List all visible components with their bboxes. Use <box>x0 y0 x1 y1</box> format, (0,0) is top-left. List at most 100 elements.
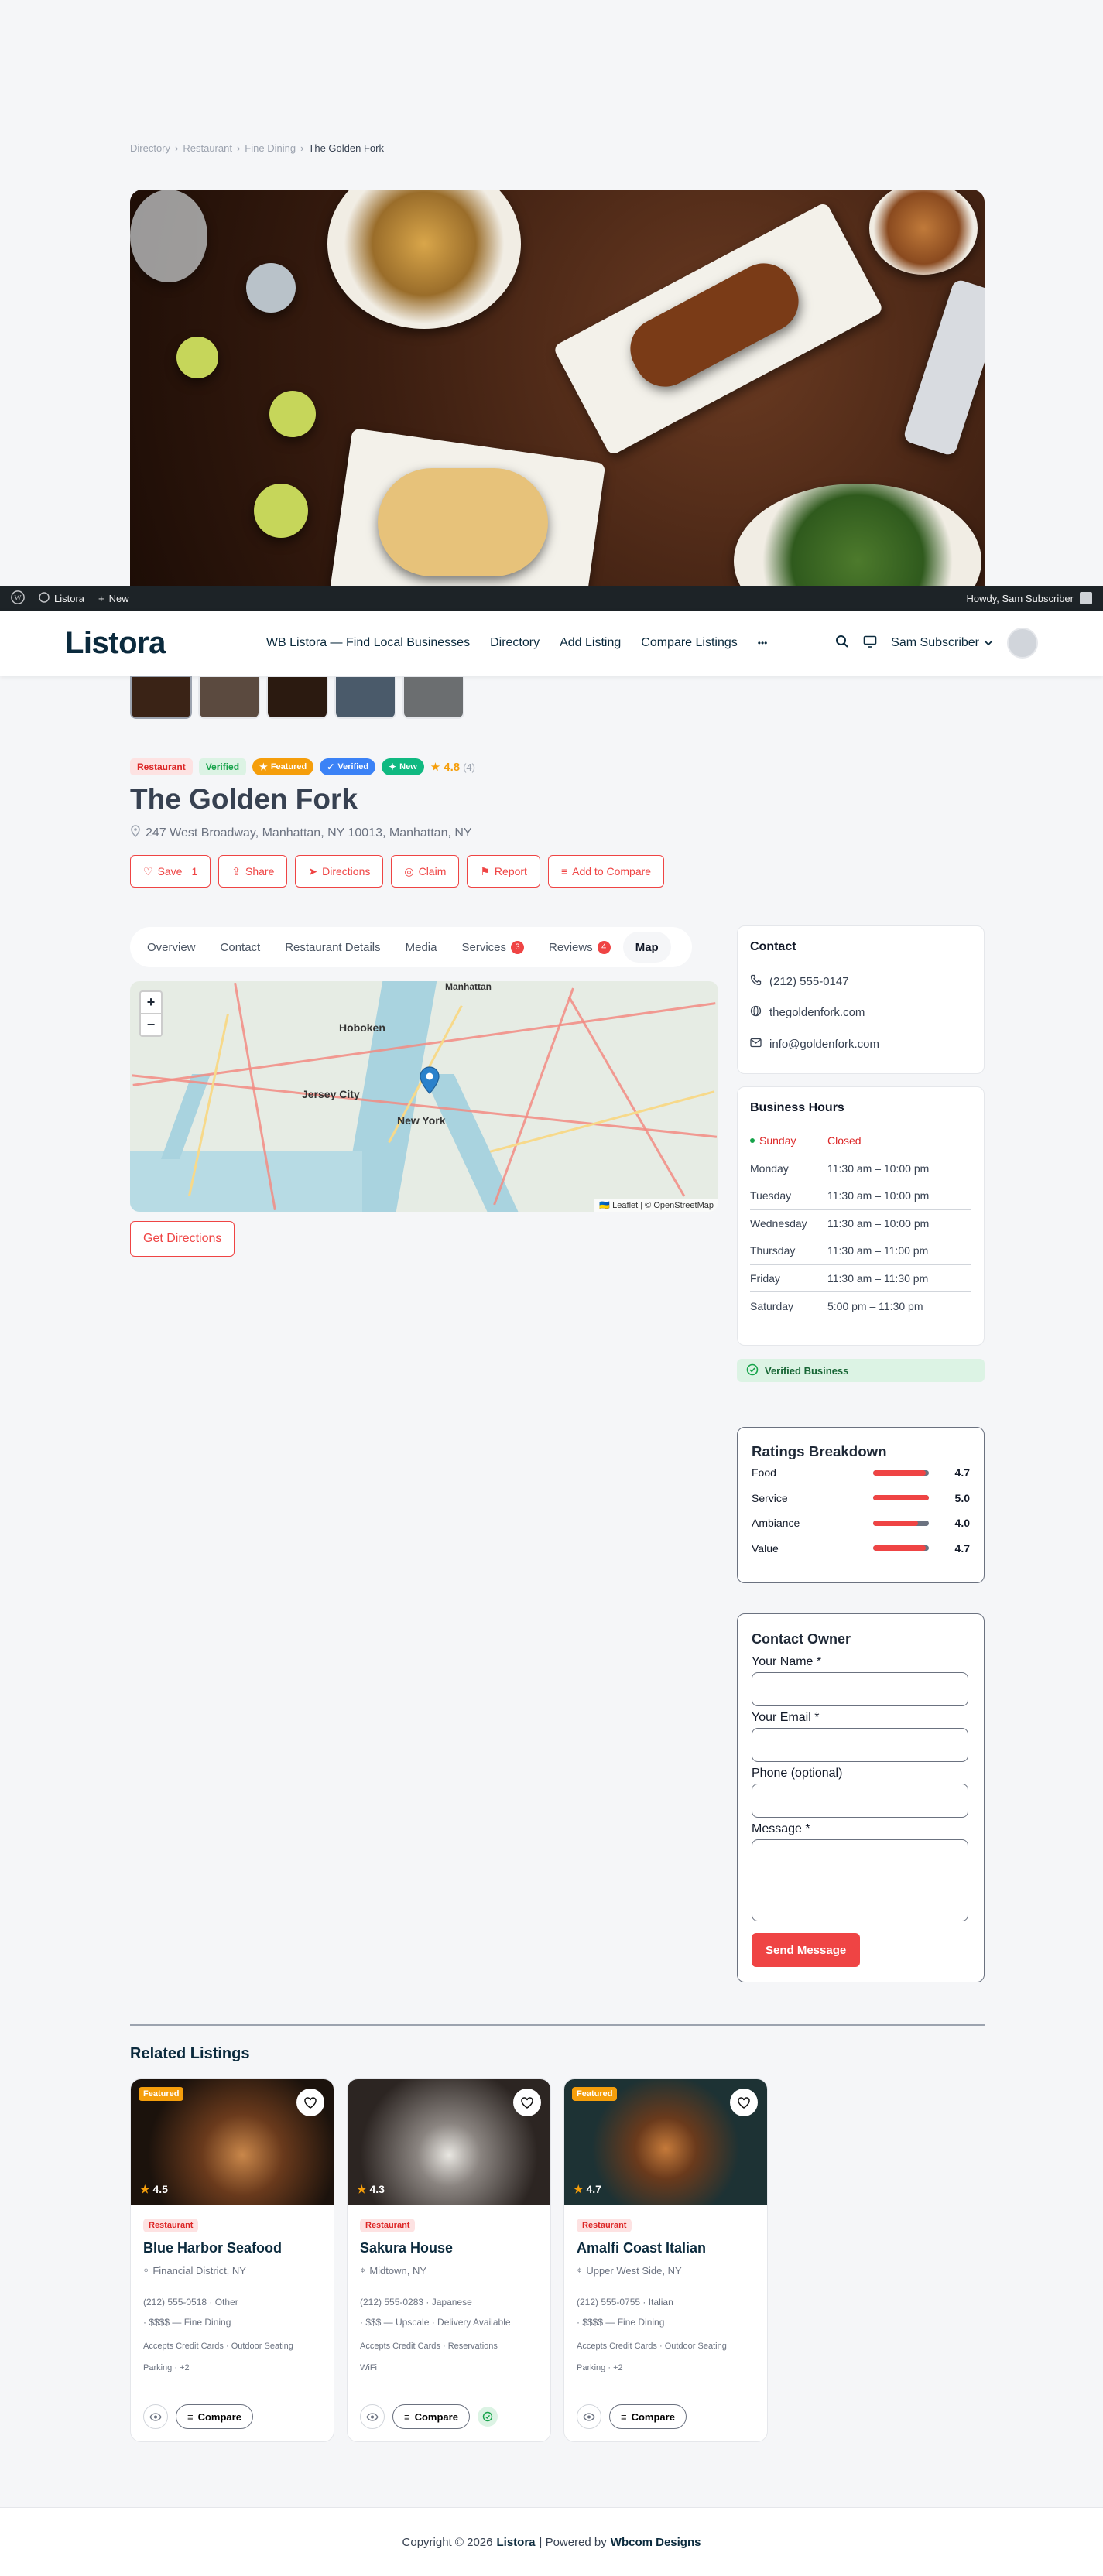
gallery-thumbs <box>130 676 464 719</box>
tab-services[interactable]: Services 3 <box>449 932 536 963</box>
contact-email[interactable]: info@goldenfork.com <box>750 1028 971 1059</box>
user-menu[interactable]: Sam Subscriber <box>891 636 993 650</box>
related-card[interactable]: Featured ★ 4.7 Restaurant Amalfi Coast I… <box>563 2078 768 2442</box>
footer-credit-link[interactable]: Wbcom Designs <box>611 2536 701 2549</box>
card-rating: ★ 4.3 <box>357 2183 385 2195</box>
get-directions-button[interactable]: Get Directions <box>130 1221 235 1257</box>
gallery-thumb[interactable] <box>402 676 464 719</box>
listing-address: 247 West Broadway, Manhattan, NY 10013, … <box>130 825 472 841</box>
search-icon[interactable] <box>835 635 849 652</box>
related-card[interactable]: ★ 4.3 Restaurant Sakura House ⌖ Midtown, … <box>347 2078 551 2442</box>
business-hours-card: Business Hours Sunday Closed Monday 11:30… <box>737 1086 985 1346</box>
admin-account[interactable]: Howdy, Sam Subscriber <box>967 592 1092 604</box>
nav-item-home[interactable]: WB Listora — Find Local Businesses <box>266 636 470 650</box>
filter-icon: ≡ <box>404 2410 410 2423</box>
tab-reviews[interactable]: Reviews 4 <box>536 932 623 963</box>
map-attribution[interactable]: 🇺🇦 Leaflet | © OpenStreetMap <box>594 1199 718 1212</box>
map-label: New York <box>397 1114 446 1127</box>
compare-button[interactable]: ≡ Compare <box>609 2404 687 2429</box>
map-label: Hoboken <box>339 1021 385 1034</box>
send-message-button[interactable]: Send Message <box>752 1933 861 1967</box>
star-icon: ★ <box>140 2183 150 2195</box>
message-textarea[interactable] <box>752 1839 968 1921</box>
contact-card: Contact (212) 555-0147 thegoldenfork.com… <box>737 925 985 1074</box>
heart-icon[interactable] <box>730 2089 758 2116</box>
eye-icon[interactable] <box>143 2404 168 2429</box>
salad-plate <box>327 190 521 329</box>
directions-button[interactable]: ➤ Directions <box>295 855 384 888</box>
main-nav: WB Listora — Find Local Businesses Direc… <box>266 636 768 650</box>
featured-badge: ★ Featured <box>252 758 314 775</box>
tab-restaurant-details[interactable]: Restaurant Details <box>272 932 392 963</box>
breadcrumb-link[interactable]: Restaurant <box>183 142 232 154</box>
avatar[interactable] <box>1007 628 1038 659</box>
related-card-image[interactable]: Featured ★ 4.7 <box>564 2079 767 2205</box>
add-to-compare-button[interactable]: ≡ Add to Compare <box>547 855 665 888</box>
rating-bar <box>873 1495 929 1501</box>
map[interactable]: Hoboken Jersey City New York Manhattan +… <box>130 981 718 1212</box>
tab-overview[interactable]: Overview <box>135 932 208 963</box>
report-button[interactable]: ⚑ Report <box>467 855 540 888</box>
site-logo[interactable]: Listora <box>65 626 166 661</box>
contact-phone[interactable]: (212) 555-0147 <box>750 966 971 997</box>
related-card[interactable]: Featured ★ 4.5 Restaurant Blue Harbor Se… <box>130 2078 334 2442</box>
mail-icon <box>750 1038 762 1051</box>
nav-more-icon[interactable]: ••• <box>758 638 768 648</box>
related-card-image[interactable]: Featured ★ 4.5 <box>131 2079 334 2205</box>
heart-icon[interactable] <box>513 2089 541 2116</box>
breadcrumb-link[interactable]: Fine Dining <box>245 142 296 154</box>
related-card-name[interactable]: Blue Harbor Seafood <box>143 2240 321 2256</box>
email-input[interactable] <box>752 1728 968 1762</box>
tab-map[interactable]: Map <box>622 932 671 963</box>
monitor-icon[interactable] <box>863 635 877 652</box>
hackensack <box>160 1074 211 1159</box>
breadcrumb-link[interactable]: Directory <box>130 142 170 154</box>
nav-item-compare[interactable]: Compare Listings <box>641 636 738 650</box>
nav-item-add-listing[interactable]: Add Listing <box>560 636 621 650</box>
road <box>493 987 574 1206</box>
gallery-thumb[interactable] <box>334 676 396 719</box>
share-button[interactable]: ⇪ Share <box>218 855 288 888</box>
map-marker-icon[interactable] <box>420 1066 440 1094</box>
claim-button[interactable]: ◎ Claim <box>391 855 460 888</box>
tab-contact[interactable]: Contact <box>208 932 273 963</box>
card-rating: ★ 4.7 <box>574 2183 601 2195</box>
compare-button[interactable]: ≡ Compare <box>176 2404 253 2429</box>
related-card-image[interactable]: ★ 4.3 <box>348 2079 550 2205</box>
eye-icon[interactable] <box>577 2404 601 2429</box>
verified-tag: Verified <box>198 758 247 775</box>
nav-item-directory[interactable]: Directory <box>490 636 540 650</box>
greens-plate <box>734 484 981 586</box>
email-label: Your Email * <box>752 1711 820 1724</box>
name-input[interactable] <box>752 1672 968 1706</box>
heart-icon[interactable] <box>296 2089 324 2116</box>
category-badge[interactable]: Restaurant <box>130 758 193 775</box>
tab-media[interactable]: Media <box>393 932 450 963</box>
verified-check-icon <box>477 2407 498 2427</box>
hero-image[interactable] <box>130 190 985 586</box>
rating-row: Ambiance 4.0 <box>752 1517 970 1530</box>
admin-new-link[interactable]: + New <box>98 593 129 604</box>
gallery-thumb[interactable] <box>198 676 260 719</box>
rating-bar <box>873 1520 929 1526</box>
filter-icon: ≡ <box>187 2410 194 2423</box>
save-button[interactable]: ♡ Save 1 <box>130 855 211 888</box>
gallery-thumb[interactable] <box>266 676 328 719</box>
related-card-location: ⌖ Upper West Side, NY <box>577 2264 682 2277</box>
eye-icon[interactable] <box>360 2404 385 2429</box>
verified-badge: ✓ Verified <box>320 758 376 775</box>
compare-button[interactable]: ≡ Compare <box>392 2404 470 2429</box>
admin-site-link[interactable]: Listora <box>39 591 84 605</box>
related-card-name[interactable]: Sakura House <box>360 2240 538 2256</box>
phone-input[interactable] <box>752 1784 968 1818</box>
wordpress-icon[interactable]: W <box>11 590 25 607</box>
contact-website[interactable]: thegoldenfork.com <box>750 997 971 1028</box>
admin-bar: W Listora + New Howdy, Sam Subscriber <box>0 586 1103 611</box>
check-circle-icon: ◎ <box>404 864 414 877</box>
zoom-out-button[interactable]: − <box>141 1014 161 1035</box>
zoom-in-button[interactable]: + <box>141 992 161 1014</box>
gallery-thumb[interactable] <box>130 676 192 719</box>
hours-row: Sunday Closed <box>750 1127 971 1155</box>
related-card-name[interactable]: Amalfi Coast Italian <box>577 2240 755 2256</box>
footer-site-link[interactable]: Listora <box>496 2536 535 2549</box>
